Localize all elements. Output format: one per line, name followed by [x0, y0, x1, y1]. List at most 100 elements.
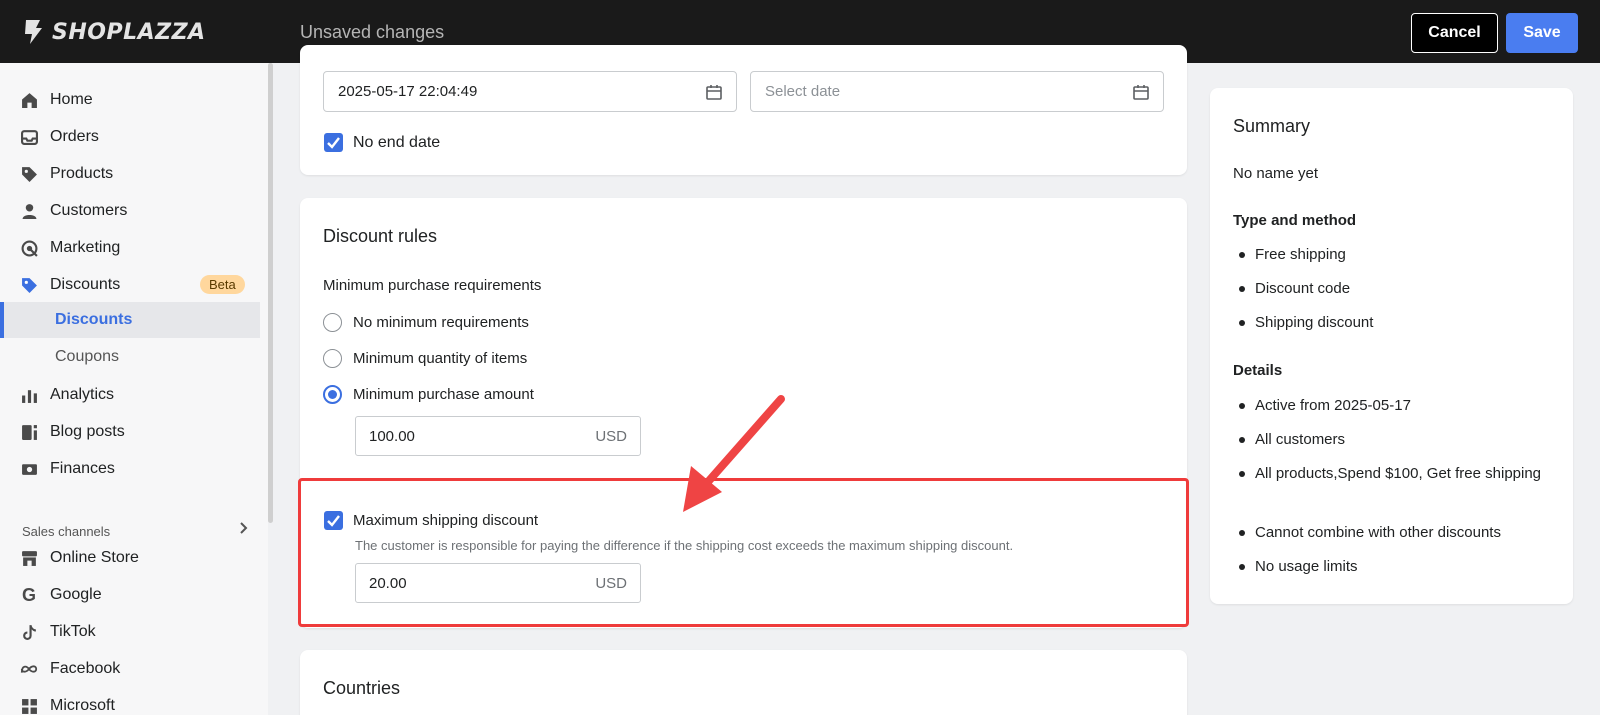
- bullet-icon: [1239, 471, 1245, 477]
- tag-icon: [20, 165, 38, 183]
- discount-tag-icon: [20, 276, 38, 294]
- calendar-icon[interactable]: [1133, 84, 1149, 100]
- store-icon: [20, 549, 38, 567]
- sidebar-item-label: Microsoft: [50, 697, 115, 714]
- radio-label: Minimum purchase amount: [353, 386, 534, 403]
- type-item: Free shipping: [1255, 246, 1346, 263]
- no-end-date-checkbox[interactable]: [324, 133, 343, 152]
- min-requirements-label: Minimum purchase requirements: [323, 277, 542, 294]
- min-amount-input[interactable]: 100.00 USD: [355, 416, 641, 456]
- inbox-icon: [20, 128, 38, 146]
- summary-title: Summary: [1233, 116, 1311, 136]
- sidebar-channel-facebook[interactable]: Facebook: [0, 651, 260, 687]
- calendar-icon[interactable]: [706, 84, 722, 100]
- sidebar-scrollbar[interactable]: [268, 63, 273, 523]
- sidebar-item-finances[interactable]: Finances: [0, 451, 260, 487]
- sidebar-item-discounts[interactable]: Discounts Beta: [0, 267, 260, 303]
- currency-suffix: USD: [595, 428, 627, 445]
- sales-channels-heading: Sales channels: [22, 524, 111, 539]
- bullet-icon: [1239, 320, 1245, 326]
- sidebar-channel-google[interactable]: G Google: [0, 577, 260, 613]
- sidebar-item-label: Orders: [50, 128, 99, 145]
- radio-min-quantity[interactable]: [323, 349, 342, 368]
- cancel-button[interactable]: Cancel: [1411, 13, 1498, 53]
- sidebar-subitem-label: Coupons: [55, 348, 120, 365]
- start-date-value: 2025-05-17 22:04:49: [338, 83, 478, 100]
- save-button[interactable]: Save: [1506, 13, 1578, 53]
- tiktok-icon: [20, 623, 38, 641]
- brand-name: SHOPLAZZA: [52, 19, 206, 45]
- home-icon: [20, 91, 38, 109]
- shoplazza-logo[interactable]: SHOPLAZZA: [22, 18, 206, 46]
- sidebar-item-customers[interactable]: Customers: [0, 193, 260, 229]
- sidebar-channel-online-store[interactable]: Online Store: [0, 540, 260, 576]
- sidebar-item-analytics[interactable]: Analytics: [0, 377, 260, 413]
- sidebar-item-label: Facebook: [50, 660, 121, 677]
- sidebar-subitem-label: Discounts: [55, 311, 133, 328]
- radio-label: Minimum quantity of items: [353, 350, 528, 367]
- sidebar-channel-microsoft[interactable]: Microsoft: [0, 688, 260, 715]
- checkmark-icon: [327, 137, 340, 149]
- google-icon: G: [21, 584, 36, 605]
- beta-badge: Beta: [200, 275, 245, 294]
- sidebar-item-label: Products: [50, 165, 114, 182]
- sidebar-item-label: Analytics: [50, 386, 115, 403]
- type-item: Discount code: [1255, 280, 1351, 297]
- countries-card: Countries: [300, 650, 1187, 715]
- sidebar-item-orders[interactable]: Orders: [0, 119, 260, 155]
- sidebar-item-products[interactable]: Products: [0, 156, 260, 192]
- type-item: Shipping discount: [1255, 314, 1374, 331]
- sidebar-item-blog-posts[interactable]: Blog posts: [0, 414, 260, 450]
- bar-chart-icon: [20, 386, 38, 404]
- sidebar-item-label: Home: [50, 91, 93, 108]
- countries-title: Countries: [323, 678, 401, 698]
- sidebar-item-label: Finances: [50, 460, 115, 477]
- details-item: All customers: [1255, 431, 1346, 448]
- type-method-heading: Type and method: [1233, 212, 1357, 229]
- meta-icon: [20, 660, 38, 678]
- sidebar-item-label: Google: [50, 586, 102, 603]
- bullet-icon: [1239, 564, 1245, 570]
- end-date-placeholder: Select date: [765, 83, 841, 100]
- details-item: Active from 2025-05-17: [1255, 397, 1411, 414]
- chevron-right-icon[interactable]: [236, 521, 250, 535]
- end-date-field[interactable]: Select date: [750, 71, 1164, 112]
- microsoft-icon: [20, 697, 38, 715]
- sidebar-item-label: Discounts: [50, 276, 121, 293]
- start-date-field[interactable]: 2025-05-17 22:04:49: [323, 71, 737, 112]
- sidebar: Home Orders Products Customers Marketing…: [0, 63, 268, 715]
- sidebar-item-label: Blog posts: [50, 423, 125, 440]
- bullet-icon: [1239, 530, 1245, 536]
- unsaved-status: Unsaved changes: [300, 22, 445, 42]
- logo-icon: [25, 20, 42, 44]
- bullet-icon: [1239, 437, 1245, 443]
- finance-icon: [20, 460, 38, 478]
- active-indicator: [0, 302, 4, 338]
- person-icon: [20, 202, 38, 220]
- min-amount-value: 100.00: [369, 428, 415, 445]
- blog-icon: [20, 423, 38, 441]
- sidebar-channel-tiktok[interactable]: TikTok: [0, 614, 260, 650]
- radio-no-minimum[interactable]: [323, 313, 342, 332]
- sidebar-item-label: Marketing: [50, 239, 121, 256]
- summary-card: Summary No name yet Type and method Free…: [1210, 88, 1573, 604]
- target-icon: [20, 239, 38, 257]
- summary-name: No name yet: [1233, 165, 1319, 182]
- sidebar-item-marketing[interactable]: Marketing: [0, 230, 260, 266]
- sidebar-subitem-discounts[interactable]: Discounts: [0, 302, 260, 338]
- sidebar-item-label: Customers: [50, 202, 128, 219]
- no-end-date-label: No end date: [353, 134, 441, 151]
- bullet-icon: [1239, 252, 1245, 258]
- sidebar-item-home[interactable]: Home: [0, 82, 260, 118]
- sidebar-subitem-coupons[interactable]: Coupons: [0, 339, 260, 375]
- details-heading: Details: [1233, 362, 1283, 379]
- highlight-box: [298, 478, 1189, 627]
- radio-label: No minimum requirements: [353, 314, 529, 331]
- details-item: Cannot combine with other discounts: [1255, 524, 1501, 541]
- sidebar-item-label: TikTok: [50, 623, 96, 640]
- active-dates-card: 2025-05-17 22:04:49 Select date No end d…: [300, 45, 1187, 175]
- radio-min-amount[interactable]: [323, 385, 342, 404]
- bullet-icon: [1239, 286, 1245, 292]
- sidebar-item-label: Online Store: [50, 549, 139, 566]
- details-item: All products,Spend $100, Get free shippi…: [1255, 465, 1542, 482]
